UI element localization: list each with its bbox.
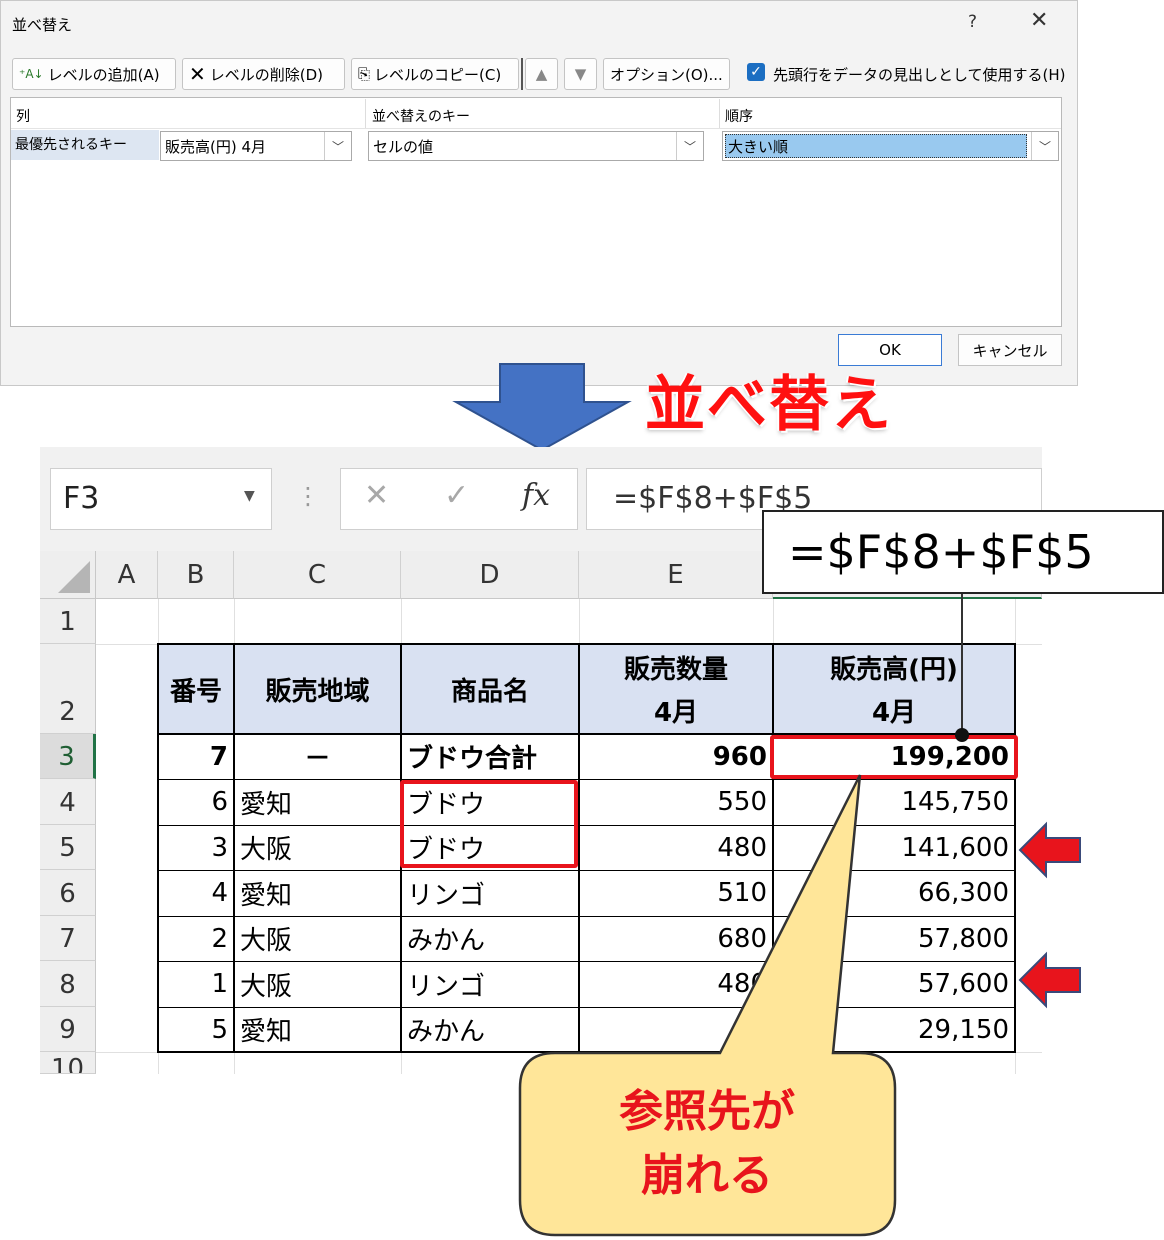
table-border [157,643,159,1053]
down-arrow-icon [452,363,632,452]
column-header-order: 順序 [725,109,753,125]
cell-region[interactable]: 愛知 [234,1007,401,1052]
red-left-arrow-icon [1018,951,1081,1009]
delete-level-label: レベルの削除(D) [209,65,324,84]
level-row-label: 最優先されるキー [15,137,127,153]
chevron-down-icon: ﹀ [676,132,703,160]
column-header-c[interactable]: C [234,551,401,599]
name-box[interactable]: F3 [50,468,272,530]
header-checkbox-label: 先頭行をデータの見出しとして使用する(H) [773,66,1066,84]
select-all-corner[interactable] [40,551,96,599]
row-header-8[interactable]: 8 [40,961,96,1007]
th-region[interactable]: 販売地域 [234,644,401,734]
row-header-1[interactable]: 1 [40,599,96,644]
help-button[interactable]: ? [968,12,977,32]
copy-level-label: レベルのコピー(C) [374,65,502,84]
toolbar-separator [521,58,523,90]
caret-down-icon[interactable]: ▼ [244,488,255,504]
cell-no[interactable]: 5 [158,1007,234,1052]
sort-key-value: セルの値 [373,137,434,156]
header-divider [719,99,720,129]
sort-caption: 並べ替え [645,370,893,440]
cell-no[interactable]: 1 [158,961,234,1007]
header-underline [11,128,1061,129]
row-header-10[interactable]: 10 [40,1052,96,1074]
formula-callout: =$F$8+$F$5 [762,510,1164,594]
table-border [1014,643,1016,1053]
cell-region[interactable]: 大阪 [234,825,401,870]
sort-column-value: 販売高(円) 4月 [165,137,267,156]
sort-column-select[interactable]: 販売高(円) 4月 ﹀ [160,131,352,161]
th-sales-line2: 4月 [871,698,917,728]
th-quantity[interactable]: 販売数量 4月 [579,644,773,734]
copy-icon: ⎘ [358,65,371,83]
chevron-down-icon: ﹀ [1031,132,1058,160]
cell-region[interactable]: 大阪 [234,916,401,961]
table-border [157,643,1016,645]
add-level-icon: ⁺A↓ [19,67,44,81]
close-button[interactable]: ✕ [1030,8,1048,33]
table-border [233,643,235,1053]
cancel-edit-icon[interactable]: ✕ [364,478,389,513]
row-header-9[interactable]: 9 [40,1007,96,1052]
row-header-4[interactable]: 4 [40,779,96,825]
options-button[interactable]: オプション(O)... [603,58,730,90]
delete-level-button[interactable]: ✕ レベルの削除(D) [182,58,345,90]
insert-function-icon[interactable]: fx [522,478,550,513]
column-header-a[interactable]: A [96,551,158,599]
sort-key-select[interactable]: セルの値 ﹀ [368,131,704,161]
row-header-6[interactable]: 6 [40,870,96,916]
row-header-5[interactable]: 5 [40,825,96,870]
column-header-col: 列 [16,109,30,125]
header-checkbox[interactable]: ✓ [747,63,765,81]
th-product[interactable]: 商品名 [401,644,579,734]
move-up-button[interactable]: ▲ [525,58,558,90]
th-sales[interactable]: 販売高(円) 4月 [773,644,1015,734]
cell-region[interactable]: － [234,734,401,779]
cell-no[interactable]: 7 [158,734,234,779]
header-divider [365,99,366,129]
speech-line-1: 参照先が [619,1086,795,1137]
cancel-button[interactable]: キャンセル [958,334,1062,366]
row-header-7[interactable]: 7 [40,916,96,961]
cell-no[interactable]: 4 [158,870,234,916]
th-sales-line1: 販売高(円) [830,655,958,685]
drag-handle-icon[interactable]: ⋮ [296,482,320,510]
row-header-3[interactable]: 3 [40,734,96,779]
copy-level-button[interactable]: ⎘ レベルのコピー(C) [351,58,519,90]
speech-bubble-text: 参照先が 崩れる [520,1080,894,1208]
dialog-title: 並べ替え [12,16,73,34]
row-header-2[interactable]: 2 [40,644,96,734]
cell-no[interactable]: 3 [158,825,234,870]
chevron-down-icon: ﹀ [324,132,351,160]
column-header-key: 並べ替えのキー [372,109,470,125]
confirm-edit-icon[interactable]: ✓ [444,478,469,513]
add-level-label: レベルの追加(A) [47,65,160,84]
column-header-e[interactable]: E [579,551,773,599]
callout-leader-dot [955,728,969,742]
th-quantity-line1: 販売数量 [623,655,728,685]
cell-region[interactable]: 大阪 [234,961,401,1007]
speech-line-2: 崩れる [641,1150,773,1201]
sort-order-select[interactable]: 大きい順 ﹀ [722,131,1059,161]
delete-icon: ✕ [189,62,206,86]
cell-no[interactable]: 6 [158,779,234,825]
corner-triangle-icon [58,561,90,593]
move-down-button[interactable]: ▼ [564,58,597,90]
sort-order-value: 大きい順 [725,134,1027,158]
cell-no[interactable]: 2 [158,916,234,961]
add-level-button[interactable]: ⁺A↓ レベルの追加(A) [12,58,176,90]
th-number[interactable]: 番号 [158,644,234,734]
callout-leader-line [961,594,963,734]
cell-region[interactable]: 愛知 [234,870,401,916]
th-quantity-line2: 4月 [653,698,699,728]
cell-region[interactable]: 愛知 [234,779,401,825]
red-left-arrow-icon [1018,821,1081,879]
column-header-b[interactable]: B [158,551,234,599]
column-header-d[interactable]: D [401,551,579,599]
